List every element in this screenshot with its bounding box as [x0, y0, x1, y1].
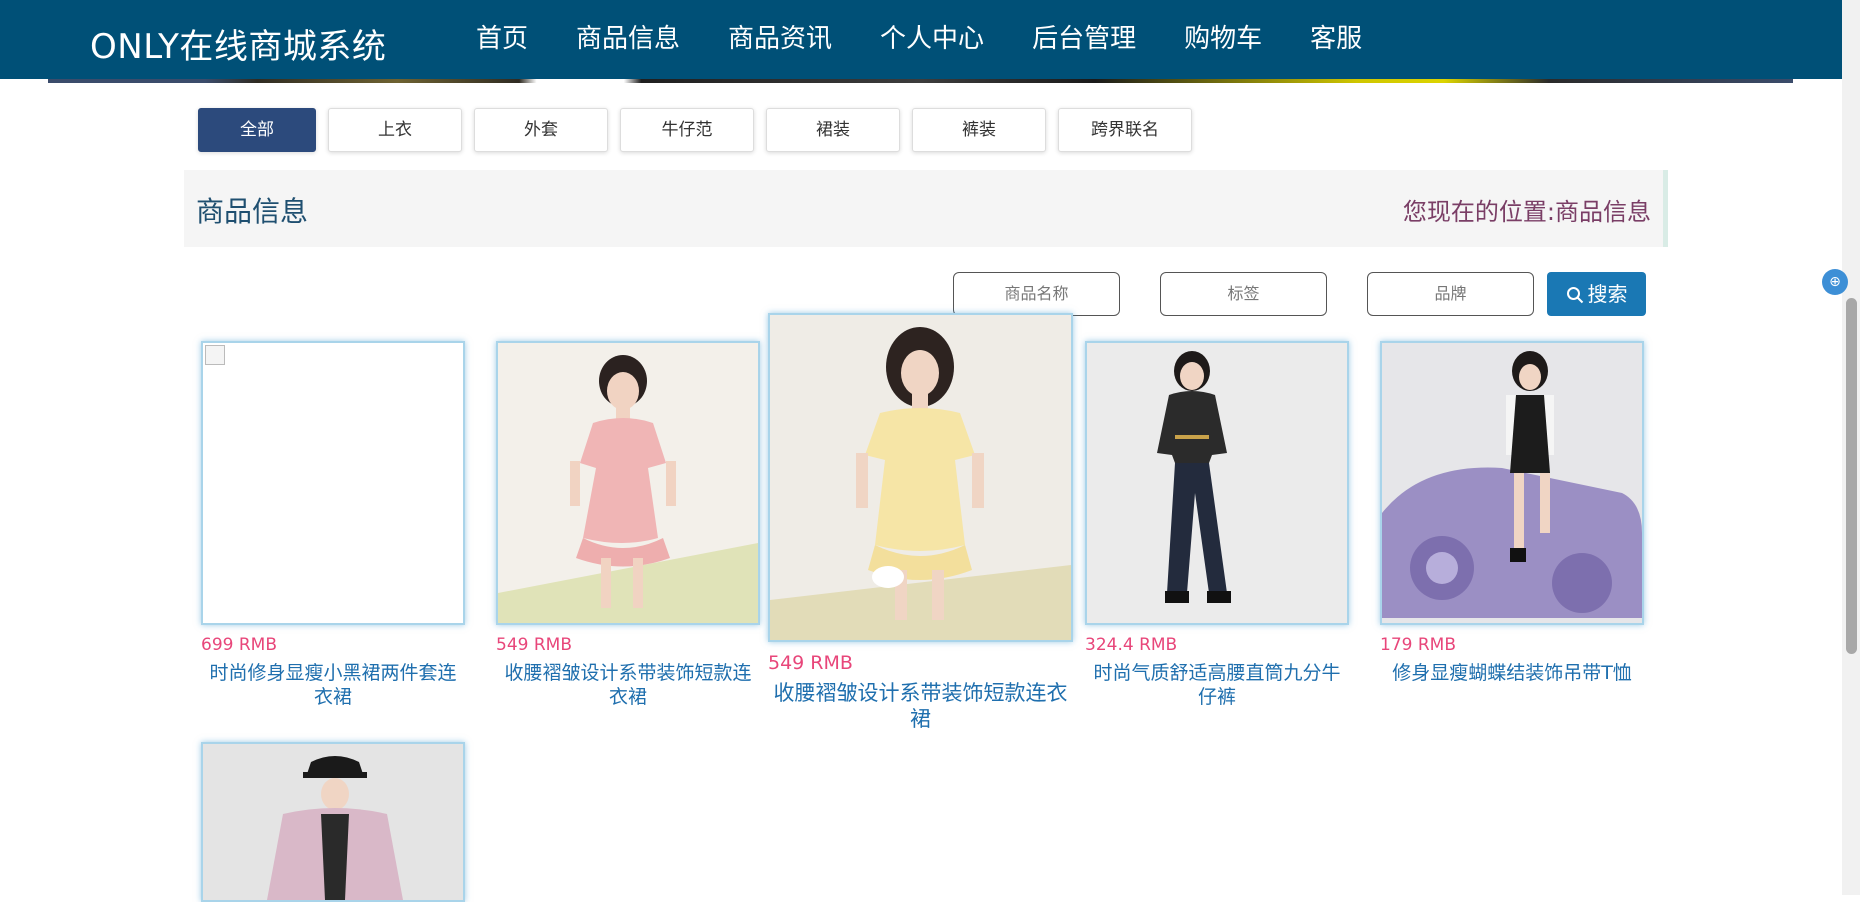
product-name[interactable]: 时尚修身显瘦小黑裙两件套连衣裙	[201, 661, 465, 709]
category-denim[interactable]: 牛仔范	[620, 108, 754, 152]
page-scrollbar[interactable]	[1842, 0, 1860, 895]
category-filter: 全部 上衣 外套 牛仔范 裙装 裤装 跨界联名	[198, 108, 1204, 152]
category-pants[interactable]: 裤装	[912, 108, 1046, 152]
product-price: 549 RMB	[768, 652, 853, 674]
product-name[interactable]: 收腰褶皱设计系带装饰短款连衣裙	[768, 680, 1073, 732]
search-button[interactable]: 搜索	[1547, 272, 1646, 316]
nav-admin[interactable]: 后台管理	[1008, 0, 1160, 79]
denim-outfit-photo	[1087, 343, 1347, 623]
nav-news[interactable]: 商品资讯	[704, 0, 856, 79]
category-collab[interactable]: 跨界联名	[1058, 108, 1192, 152]
breadcrumb-prefix: 您现在的位置:	[1402, 198, 1555, 226]
product-image[interactable]	[201, 341, 465, 625]
product-price: 549 RMB	[496, 635, 572, 655]
page-title: 商品信息	[196, 195, 309, 228]
banner-carousel-edge	[48, 79, 1793, 83]
scrollbar-thumb[interactable]	[1846, 298, 1857, 654]
search-button-label: 搜索	[1587, 282, 1628, 306]
product-name-input[interactable]: 商品名称	[953, 272, 1120, 316]
product-price: 699 RMB	[201, 635, 277, 655]
jacket-outfit-photo	[203, 744, 463, 900]
product-name[interactable]: 时尚气质舒适高腰直筒九分牛仔裤	[1085, 661, 1349, 709]
product-image[interactable]	[201, 742, 465, 902]
floating-helper-icon[interactable]: ⊕	[1822, 269, 1848, 295]
pink-dress-photo	[498, 343, 758, 623]
product-name[interactable]: 收腰褶皱设计系带装饰短款连衣裙	[496, 661, 760, 709]
product-image[interactable]	[768, 313, 1073, 642]
category-tops[interactable]: 上衣	[328, 108, 462, 152]
product-price: 324.4 RMB	[1085, 635, 1178, 655]
product-image[interactable]	[1380, 341, 1644, 625]
product-image[interactable]	[496, 341, 760, 625]
category-coats[interactable]: 外套	[474, 108, 608, 152]
yellow-dress-photo	[770, 315, 1071, 640]
category-dresses[interactable]: 裙装	[766, 108, 900, 152]
search-icon	[1566, 287, 1583, 304]
nav-home[interactable]: 首页	[452, 0, 552, 79]
site-brand[interactable]: ONLY在线商城系统	[90, 19, 386, 68]
category-all[interactable]: 全部	[198, 108, 316, 152]
tag-input[interactable]: 标签	[1160, 272, 1327, 316]
car-outfit-photo	[1382, 343, 1642, 623]
breadcrumb: 您现在的位置:商品信息	[1403, 192, 1651, 227]
product-price: 179 RMB	[1380, 635, 1456, 655]
nav-profile[interactable]: 个人中心	[856, 0, 1008, 79]
product-name[interactable]: 修身显瘦蝴蝶结装饰吊带T恤	[1380, 661, 1644, 685]
page-title-bar: 商品信息 您现在的位置:商品信息	[184, 170, 1668, 247]
broken-image-icon	[205, 345, 225, 365]
product-image[interactable]	[1085, 341, 1349, 625]
nav-service[interactable]: 客服	[1286, 0, 1386, 79]
top-navigation-bar: ONLY在线商城系统 首页 商品信息 商品资讯 个人中心 后台管理 购物车 客服	[0, 0, 1842, 79]
breadcrumb-current[interactable]: 商品信息	[1555, 198, 1651, 226]
main-nav: 首页 商品信息 商品资讯 个人中心 后台管理 购物车 客服	[452, 0, 1386, 79]
nav-cart[interactable]: 购物车	[1160, 0, 1286, 79]
brand-input[interactable]: 品牌	[1367, 272, 1534, 316]
nav-products[interactable]: 商品信息	[552, 0, 704, 79]
